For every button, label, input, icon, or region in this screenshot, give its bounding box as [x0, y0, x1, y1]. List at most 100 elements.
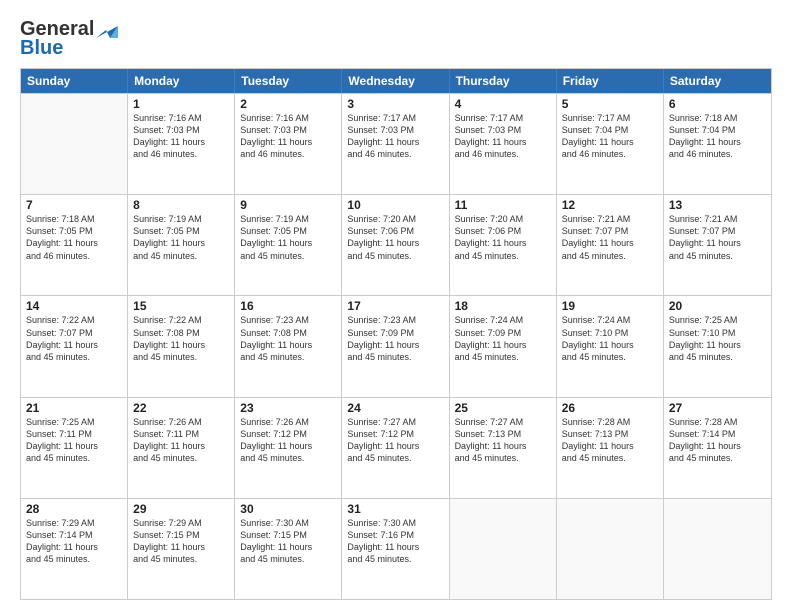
- day-cell-1: 1Sunrise: 7:16 AM Sunset: 7:03 PM Daylig…: [128, 94, 235, 194]
- day-number: 27: [669, 401, 766, 415]
- calendar-row-0: 1Sunrise: 7:16 AM Sunset: 7:03 PM Daylig…: [21, 93, 771, 194]
- day-cell-12: 12Sunrise: 7:21 AM Sunset: 7:07 PM Dayli…: [557, 195, 664, 295]
- day-number: 24: [347, 401, 443, 415]
- day-cell-25: 25Sunrise: 7:27 AM Sunset: 7:13 PM Dayli…: [450, 398, 557, 498]
- day-cell-6: 6Sunrise: 7:18 AM Sunset: 7:04 PM Daylig…: [664, 94, 771, 194]
- day-info: Sunrise: 7:17 AM Sunset: 7:04 PM Dayligh…: [562, 112, 658, 161]
- day-info: Sunrise: 7:28 AM Sunset: 7:14 PM Dayligh…: [669, 416, 766, 465]
- empty-cell: [21, 94, 128, 194]
- day-number: 26: [562, 401, 658, 415]
- day-cell-17: 17Sunrise: 7:23 AM Sunset: 7:09 PM Dayli…: [342, 296, 449, 396]
- day-cell-28: 28Sunrise: 7:29 AM Sunset: 7:14 PM Dayli…: [21, 499, 128, 599]
- day-info: Sunrise: 7:18 AM Sunset: 7:05 PM Dayligh…: [26, 213, 122, 262]
- day-info: Sunrise: 7:27 AM Sunset: 7:13 PM Dayligh…: [455, 416, 551, 465]
- day-info: Sunrise: 7:26 AM Sunset: 7:11 PM Dayligh…: [133, 416, 229, 465]
- day-cell-11: 11Sunrise: 7:20 AM Sunset: 7:06 PM Dayli…: [450, 195, 557, 295]
- day-number: 13: [669, 198, 766, 212]
- day-info: Sunrise: 7:27 AM Sunset: 7:12 PM Dayligh…: [347, 416, 443, 465]
- day-cell-23: 23Sunrise: 7:26 AM Sunset: 7:12 PM Dayli…: [235, 398, 342, 498]
- day-number: 17: [347, 299, 443, 313]
- day-number: 20: [669, 299, 766, 313]
- header-day-tuesday: Tuesday: [235, 69, 342, 93]
- day-number: 29: [133, 502, 229, 516]
- day-cell-18: 18Sunrise: 7:24 AM Sunset: 7:09 PM Dayli…: [450, 296, 557, 396]
- day-number: 6: [669, 97, 766, 111]
- day-number: 15: [133, 299, 229, 313]
- day-info: Sunrise: 7:25 AM Sunset: 7:11 PM Dayligh…: [26, 416, 122, 465]
- page: General Blue SundayMondayTuesdayWednesda…: [0, 0, 792, 612]
- logo-bird-icon: [96, 20, 118, 38]
- day-cell-4: 4Sunrise: 7:17 AM Sunset: 7:03 PM Daylig…: [450, 94, 557, 194]
- day-info: Sunrise: 7:28 AM Sunset: 7:13 PM Dayligh…: [562, 416, 658, 465]
- header-day-saturday: Saturday: [664, 69, 771, 93]
- day-number: 9: [240, 198, 336, 212]
- empty-cell: [664, 499, 771, 599]
- day-info: Sunrise: 7:20 AM Sunset: 7:06 PM Dayligh…: [455, 213, 551, 262]
- header: General Blue: [20, 18, 772, 60]
- day-cell-3: 3Sunrise: 7:17 AM Sunset: 7:03 PM Daylig…: [342, 94, 449, 194]
- empty-cell: [557, 499, 664, 599]
- calendar-row-4: 28Sunrise: 7:29 AM Sunset: 7:14 PM Dayli…: [21, 498, 771, 599]
- day-number: 30: [240, 502, 336, 516]
- calendar-row-3: 21Sunrise: 7:25 AM Sunset: 7:11 PM Dayli…: [21, 397, 771, 498]
- day-cell-9: 9Sunrise: 7:19 AM Sunset: 7:05 PM Daylig…: [235, 195, 342, 295]
- day-info: Sunrise: 7:17 AM Sunset: 7:03 PM Dayligh…: [455, 112, 551, 161]
- day-cell-16: 16Sunrise: 7:23 AM Sunset: 7:08 PM Dayli…: [235, 296, 342, 396]
- day-info: Sunrise: 7:20 AM Sunset: 7:06 PM Dayligh…: [347, 213, 443, 262]
- day-number: 12: [562, 198, 658, 212]
- day-info: Sunrise: 7:19 AM Sunset: 7:05 PM Dayligh…: [133, 213, 229, 262]
- day-number: 8: [133, 198, 229, 212]
- day-cell-13: 13Sunrise: 7:21 AM Sunset: 7:07 PM Dayli…: [664, 195, 771, 295]
- day-cell-15: 15Sunrise: 7:22 AM Sunset: 7:08 PM Dayli…: [128, 296, 235, 396]
- day-number: 11: [455, 198, 551, 212]
- day-cell-19: 19Sunrise: 7:24 AM Sunset: 7:10 PM Dayli…: [557, 296, 664, 396]
- day-info: Sunrise: 7:29 AM Sunset: 7:15 PM Dayligh…: [133, 517, 229, 566]
- day-info: Sunrise: 7:17 AM Sunset: 7:03 PM Dayligh…: [347, 112, 443, 161]
- day-cell-10: 10Sunrise: 7:20 AM Sunset: 7:06 PM Dayli…: [342, 195, 449, 295]
- day-cell-8: 8Sunrise: 7:19 AM Sunset: 7:05 PM Daylig…: [128, 195, 235, 295]
- day-info: Sunrise: 7:22 AM Sunset: 7:08 PM Dayligh…: [133, 314, 229, 363]
- day-info: Sunrise: 7:30 AM Sunset: 7:15 PM Dayligh…: [240, 517, 336, 566]
- day-number: 3: [347, 97, 443, 111]
- calendar-body: 1Sunrise: 7:16 AM Sunset: 7:03 PM Daylig…: [21, 93, 771, 599]
- day-cell-2: 2Sunrise: 7:16 AM Sunset: 7:03 PM Daylig…: [235, 94, 342, 194]
- day-cell-5: 5Sunrise: 7:17 AM Sunset: 7:04 PM Daylig…: [557, 94, 664, 194]
- calendar-row-2: 14Sunrise: 7:22 AM Sunset: 7:07 PM Dayli…: [21, 295, 771, 396]
- day-number: 31: [347, 502, 443, 516]
- day-cell-26: 26Sunrise: 7:28 AM Sunset: 7:13 PM Dayli…: [557, 398, 664, 498]
- calendar-header: SundayMondayTuesdayWednesdayThursdayFrid…: [21, 69, 771, 93]
- day-cell-31: 31Sunrise: 7:30 AM Sunset: 7:16 PM Dayli…: [342, 499, 449, 599]
- day-number: 4: [455, 97, 551, 111]
- header-day-thursday: Thursday: [450, 69, 557, 93]
- day-number: 1: [133, 97, 229, 111]
- day-info: Sunrise: 7:19 AM Sunset: 7:05 PM Dayligh…: [240, 213, 336, 262]
- day-cell-20: 20Sunrise: 7:25 AM Sunset: 7:10 PM Dayli…: [664, 296, 771, 396]
- day-number: 7: [26, 198, 122, 212]
- day-number: 23: [240, 401, 336, 415]
- day-info: Sunrise: 7:26 AM Sunset: 7:12 PM Dayligh…: [240, 416, 336, 465]
- day-number: 5: [562, 97, 658, 111]
- day-info: Sunrise: 7:23 AM Sunset: 7:08 PM Dayligh…: [240, 314, 336, 363]
- day-info: Sunrise: 7:25 AM Sunset: 7:10 PM Dayligh…: [669, 314, 766, 363]
- header-day-wednesday: Wednesday: [342, 69, 449, 93]
- day-cell-27: 27Sunrise: 7:28 AM Sunset: 7:14 PM Dayli…: [664, 398, 771, 498]
- day-cell-24: 24Sunrise: 7:27 AM Sunset: 7:12 PM Dayli…: [342, 398, 449, 498]
- day-number: 21: [26, 401, 122, 415]
- day-cell-21: 21Sunrise: 7:25 AM Sunset: 7:11 PM Dayli…: [21, 398, 128, 498]
- day-info: Sunrise: 7:18 AM Sunset: 7:04 PM Dayligh…: [669, 112, 766, 161]
- day-number: 2: [240, 97, 336, 111]
- day-info: Sunrise: 7:21 AM Sunset: 7:07 PM Dayligh…: [562, 213, 658, 262]
- day-info: Sunrise: 7:23 AM Sunset: 7:09 PM Dayligh…: [347, 314, 443, 363]
- empty-cell: [450, 499, 557, 599]
- day-cell-7: 7Sunrise: 7:18 AM Sunset: 7:05 PM Daylig…: [21, 195, 128, 295]
- day-number: 22: [133, 401, 229, 415]
- day-number: 28: [26, 502, 122, 516]
- calendar: SundayMondayTuesdayWednesdayThursdayFrid…: [20, 68, 772, 600]
- day-cell-30: 30Sunrise: 7:30 AM Sunset: 7:15 PM Dayli…: [235, 499, 342, 599]
- day-cell-14: 14Sunrise: 7:22 AM Sunset: 7:07 PM Dayli…: [21, 296, 128, 396]
- header-day-sunday: Sunday: [21, 69, 128, 93]
- day-cell-29: 29Sunrise: 7:29 AM Sunset: 7:15 PM Dayli…: [128, 499, 235, 599]
- calendar-row-1: 7Sunrise: 7:18 AM Sunset: 7:05 PM Daylig…: [21, 194, 771, 295]
- day-info: Sunrise: 7:30 AM Sunset: 7:16 PM Dayligh…: [347, 517, 443, 566]
- header-day-monday: Monday: [128, 69, 235, 93]
